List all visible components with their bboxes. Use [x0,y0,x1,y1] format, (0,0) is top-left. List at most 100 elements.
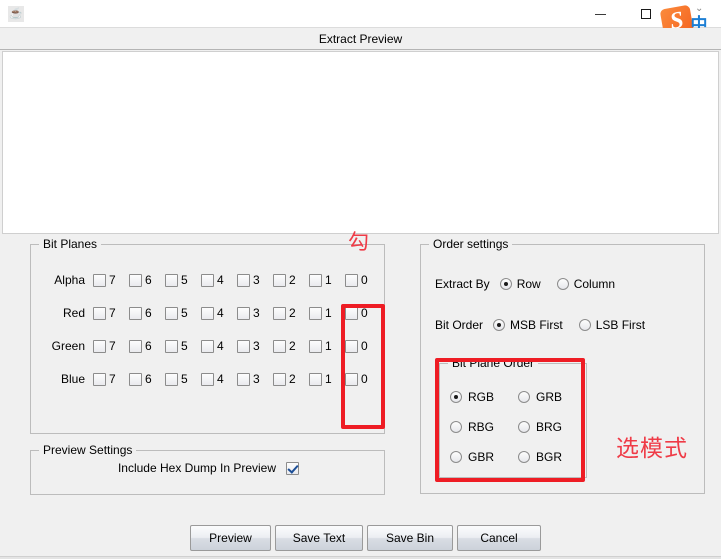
bit-order-label: Bit Order [435,318,484,332]
bit-plane-order-title: Bit Plane Order [448,356,539,370]
page-title: Extract Preview [318,31,403,46]
bit-plane-order-option-grb[interactable]: GRB [518,390,580,404]
bit-plane-cell-green-6: 6 [129,339,165,353]
bit-plane-cell-alpha-1: 1 [309,273,345,287]
bit-checkbox-red-2[interactable] [273,306,286,320]
radio-icon [450,451,462,463]
extract-by-option-column[interactable]: Column [556,277,616,291]
bit-checkbox-red-4[interactable] [201,306,214,320]
bit-plane-cell-alpha-5: 5 [165,273,201,287]
cancel-button[interactable]: Cancel [457,525,541,551]
bit-checkbox-alpha-6[interactable] [129,273,142,287]
bit-checkbox-blue-5[interactable] [165,372,178,386]
dialog-button-bar: Preview Save Text Save Bin Cancel CSDN @… [0,524,721,559]
bit-checkbox-blue-3[interactable] [237,372,250,386]
bit-checkbox-blue-4[interactable] [201,372,214,386]
bit-plane-row-green: Green 7 6 5 4 3 2 1 0 [31,333,386,359]
bit-plane-order-option-rbg[interactable]: RBG [450,420,518,434]
bit-index-label: 1 [325,372,332,386]
maximize-button[interactable] [625,0,667,28]
bit-plane-order-panel: Bit Plane Order RGB GRB RBG BRG GBR BGR [439,356,587,478]
bit-index-label: 5 [181,273,188,287]
bit-checkbox-red-0[interactable] [345,306,358,320]
bit-plane-cell-red-0: 0 [345,306,381,320]
radio-icon [518,451,530,463]
bit-checkbox-green-2[interactable] [273,339,286,353]
bit-plane-row-blue: Blue 7 6 5 4 3 2 1 0 [31,366,386,392]
bit-index-label: 1 [325,339,332,353]
bit-planes-title: Bit Planes [39,237,102,251]
bit-checkbox-red-3[interactable] [237,306,250,320]
save-text-button[interactable]: Save Text [275,525,363,551]
bit-checkbox-green-3[interactable] [237,339,250,353]
bit-index-label: 7 [109,273,116,287]
bit-checkbox-blue-1[interactable] [309,372,322,386]
bit-index-label: 4 [217,339,224,353]
bit-checkbox-green-5[interactable] [165,339,178,353]
bit-plane-cell-green-2: 2 [273,339,309,353]
bit-order-option-msb-first[interactable]: MSB First [493,318,563,332]
bit-checkbox-green-1[interactable] [309,339,322,353]
bit-index-label: 0 [361,273,368,287]
bit-plane-cell-blue-5: 5 [165,372,201,386]
bit-checkbox-green-0[interactable] [345,339,358,353]
bit-checkbox-red-5[interactable] [165,306,178,320]
bit-checkbox-alpha-0[interactable] [345,273,358,287]
bit-plane-cell-red-1: 1 [309,306,345,320]
bit-checkbox-blue-7[interactable] [93,372,106,386]
bit-checkbox-blue-6[interactable] [129,372,142,386]
include-hex-dump-checkbox[interactable] [286,461,300,475]
bit-index-label: 3 [253,306,260,320]
radio-label: Row [516,277,541,291]
minimize-icon [594,13,606,15]
bit-checkbox-blue-2[interactable] [273,372,286,386]
bit-plane-cell-blue-6: 6 [129,372,165,386]
bit-plane-order-option-gbr[interactable]: GBR [450,450,518,464]
bit-index-label: 6 [145,372,152,386]
bit-checkbox-red-1[interactable] [309,306,322,320]
bit-plane-cell-green-3: 3 [237,339,273,353]
bit-plane-cell-alpha-7: 7 [93,273,129,287]
bit-plane-order-label: BRG [536,420,563,434]
radio-label: MSB First [510,318,563,332]
order-settings-panel: Order settings Extract By Row Column Bit … [420,237,705,494]
preview-button[interactable]: Preview [190,525,271,551]
bit-checkbox-blue-0[interactable] [345,372,358,386]
bit-plane-order-grid: RGB GRB RBG BRG GBR BGR [450,382,580,472]
bit-plane-order-label: BGR [536,450,563,464]
bit-checkbox-red-7[interactable] [93,306,106,320]
bit-index-label: 7 [109,372,116,386]
bit-plane-cell-blue-3: 3 [237,372,273,386]
bit-order-option-lsb-first[interactable]: LSB First [578,318,645,332]
bit-checkbox-green-4[interactable] [201,339,214,353]
bit-plane-cell-alpha-6: 6 [129,273,165,287]
bit-checkbox-alpha-1[interactable] [309,273,322,287]
minimize-button[interactable] [579,0,621,28]
bit-checkbox-alpha-5[interactable] [165,273,178,287]
bit-plane-order-option-rgb[interactable]: RGB [450,390,518,404]
bit-checkbox-red-6[interactable] [129,306,142,320]
bit-order-options: MSB First LSB First [493,318,661,332]
bit-checkbox-alpha-7[interactable] [93,273,106,287]
save-bin-button[interactable]: Save Bin [367,525,453,551]
bit-checkbox-alpha-2[interactable] [273,273,286,287]
extract-by-row: Extract By Row Column [435,277,631,291]
preview-settings-title: Preview Settings [39,443,137,457]
radio-icon [578,319,591,331]
extract-by-option-row[interactable]: Row [499,277,541,291]
bit-checkbox-green-6[interactable] [129,339,142,353]
bit-plane-order-option-bgr[interactable]: BGR [518,450,580,464]
bit-plane-order-option-brg[interactable]: BRG [518,420,580,434]
preview-output-area[interactable] [2,51,719,234]
include-hex-dump-label: Include Hex Dump In Preview [117,461,277,475]
extract-by-label: Extract By [435,277,490,291]
bit-index-label: 6 [145,339,152,353]
bit-plane-cell-alpha-0: 0 [345,273,381,287]
radio-icon [493,319,506,331]
bit-planes-panel: Bit Planes Alpha 7 6 5 4 3 2 1 0 Red 7 6 5 4 3 2 1 0 Green… [30,237,386,434]
bit-checkbox-alpha-4[interactable] [201,273,214,287]
radio-label: Column [573,277,616,291]
bit-checkbox-alpha-3[interactable] [237,273,250,287]
bit-plane-cell-blue-7: 7 [93,372,129,386]
bit-checkbox-green-7[interactable] [93,339,106,353]
